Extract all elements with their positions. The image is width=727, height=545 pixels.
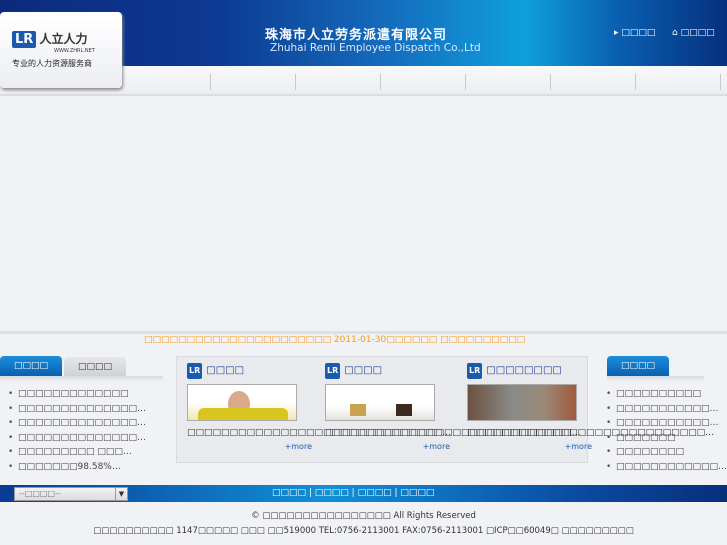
divider [0,331,727,334]
list-item[interactable]: □□□□□□□□□□□… [604,402,727,417]
card: LR □□□□ □□□□□□□□□□□□□□□□□□□□□□□□□□□□□… +m… [325,363,581,453]
card-title[interactable]: □□□□ [206,365,244,376]
tab-right[interactable]: □□□□ [607,356,669,376]
select-value: --□□□□-- [19,489,61,498]
list-item[interactable]: □□□□□□□□□□ [604,387,727,402]
company-title-cn: 珠海市人立劳务派遣有限公司 [265,28,448,43]
nav-divider [380,74,381,90]
card-title[interactable]: □□□□□□□□ [486,365,562,376]
footer-link[interactable]: □□□□ [315,488,349,498]
nav-divider [465,74,466,90]
card: LR □□□□□□□□ □□□□□□□□□□□□□□□□□□□□□□□□□□□□…… [467,363,714,453]
left-news-list: □□□□□□□□□□□□□ □□□□□□□□□□□□□□… □□□□□□□□□□… [6,387,146,474]
tab-left-2[interactable]: □□□□ [64,357,126,377]
logo[interactable]: LR 人立人力 WWW.ZHRL.NET 专业的人力资源服务商 [0,12,122,88]
logo-brand: 人立人力 [39,32,88,46]
card-image[interactable] [187,384,297,421]
footer-link[interactable]: □□□□ [400,488,434,498]
tab-underline [0,376,163,381]
footer-link[interactable]: □□□□ [272,488,306,498]
header-link-2-label: □□□□ [680,28,715,38]
card-image[interactable] [467,384,577,421]
logo-slogan: 专业的人力资源服务商 [12,59,92,68]
more-link[interactable]: +more [285,440,312,453]
list-item[interactable]: □□□□□□□□□ □□□… [6,445,146,460]
nav-divider [635,74,636,90]
tab-left-1[interactable]: □□□□ [0,356,62,376]
list-item[interactable]: □□□□□□□□□□□□… [604,460,727,475]
links-select[interactable]: --□□□□-- ▼ [14,487,128,501]
card: LR □□□□ □□□□□□□□□□□□□□□□□□□□□□□□□□□□□□… +… [187,363,451,453]
copyright: © □□□□□□□□□□□□□□□□ All Rights Reserved [251,511,476,521]
list-item[interactable]: □□□□□□□□ [604,445,727,460]
footer-link[interactable]: □□□□ [358,488,392,498]
header-link-1[interactable]: ▸ □□□□ [614,28,655,38]
news-marquee[interactable]: □□□□□□□□□□□□□□□□□□□□□□ 2011-01-30□□□□□□ … [144,335,525,345]
nav-divider [295,74,296,90]
list-item[interactable]: □□□□□□□□□□□… [604,416,727,431]
more-link[interactable]: +more [565,440,592,453]
list-item[interactable]: □□□□□□□□□□□□□□… [6,431,146,446]
arrow-icon: ▸ [614,28,619,38]
list-item[interactable]: □□□□□□□□□□□□□□… [6,416,146,431]
logo-mark: LR [187,363,203,379]
nav-divider [210,74,211,90]
list-item[interactable]: □□□□□□□98.58%… [6,460,146,475]
contact-info: □□□□□□□□□□ 1147□□□□□ □□□ □□519000 TEL:07… [93,526,634,536]
header-link-2[interactable]: ⌂ □□□□ [672,28,715,38]
logo-url: WWW.ZHRL.NET [54,48,95,54]
logo-mark: LR [467,363,483,379]
feature-cards: LR □□□□ □□□□□□□□□□□□□□□□□□□□□□□□□□□□□□… +… [176,356,714,463]
right-news-list: □□□□□□□□□□ □□□□□□□□□□□… □□□□□□□□□□□… □□□… [604,387,727,474]
list-item[interactable]: □□□□□□□□□□□□□ [6,387,146,402]
footer-nav: □□□□ | □□□□ | □□□□ | □□□□ [272,488,435,498]
card-image[interactable] [325,384,435,421]
header-link-1-label: □□□□ [621,28,656,38]
more-link[interactable]: +more [423,440,450,453]
list-item[interactable]: □□□□□□□□□□□□□□… [6,402,146,417]
tab-underline [607,376,704,381]
home-icon: ⌂ [672,28,678,38]
logo-mark: LR [325,363,341,379]
list-item[interactable]: □□□□□□□ [604,431,727,446]
card-title[interactable]: □□□□ [344,365,382,376]
nav-divider [720,74,721,90]
logo-mark: LR [12,31,37,48]
chevron-down-icon[interactable]: ▼ [115,488,127,500]
nav-divider [550,74,551,90]
company-title-en: Zhuhai Renli Employee Dispatch Co.,Ltd [270,42,481,54]
